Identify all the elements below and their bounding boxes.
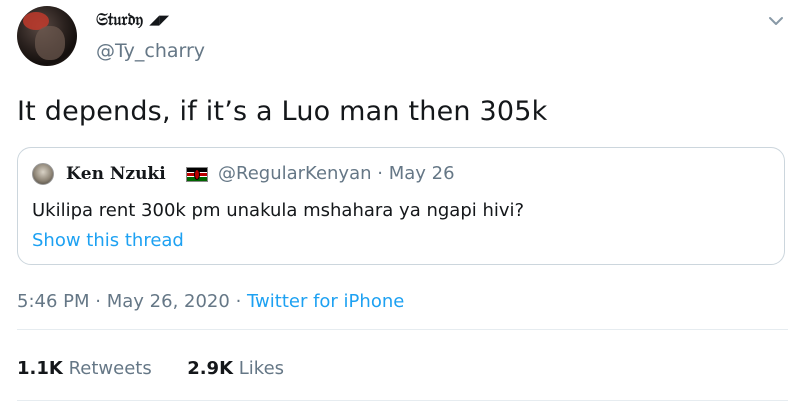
tweet-stats: 1.1K Retweets 2.9K Likes	[17, 358, 284, 379]
quoted-handle: @RegularKenyan	[218, 163, 372, 184]
tweet-date[interactable]: May 26, 2020	[107, 291, 230, 312]
author-display-name[interactable]: 𝔖𝔱𝔲𝔯𝔡𝔶 ◢◤	[96, 10, 169, 30]
quoted-date: May 26	[388, 163, 455, 184]
quoted-display-name: 𝐊𝐞𝐧 𝐍𝐳𝐮𝐤𝐢	[66, 164, 166, 184]
chevron-down-icon[interactable]	[766, 11, 786, 31]
author-avatar[interactable]	[17, 6, 77, 66]
quoted-avatar[interactable]	[32, 163, 54, 185]
retweets-stat[interactable]: 1.1K Retweets	[17, 358, 157, 379]
quoted-separator: ·	[377, 163, 383, 184]
flag-shield	[194, 169, 200, 180]
avatar-face	[35, 26, 65, 60]
author-handle[interactable]: @Ty_charry	[96, 40, 205, 62]
tweet-meta: 5:46 PM · May 26, 2020 · Twitter for iPh…	[17, 291, 404, 312]
author-name-text: 𝔖𝔱𝔲𝔯𝔡𝔶	[96, 10, 144, 30]
quoted-tweet-card[interactable]: 𝐊𝐞𝐧 𝐍𝐳𝐮𝐤𝐢 @RegularKenyan · May 26 Ukilip…	[17, 147, 785, 265]
tweet-time[interactable]: 5:46 PM	[17, 291, 90, 312]
kenya-flag-icon	[186, 167, 208, 182]
tweet-text: It depends, if it’s a Luo man then 305k	[17, 96, 548, 127]
likes-count: 2.9K	[187, 358, 234, 379]
show-thread-link[interactable]: Show this thread	[32, 230, 184, 251]
retweets-count: 1.1K	[17, 358, 63, 379]
meta-separator: ·	[95, 291, 101, 312]
name-symbols-icon: ◢◤	[149, 12, 170, 28]
divider-bottom	[17, 400, 788, 401]
likes-stat[interactable]: 2.9K Likes	[187, 358, 284, 379]
quoted-text: Ukilipa rent 300k pm unakula mshahara ya…	[32, 200, 525, 221]
meta-separator-2: ·	[235, 291, 242, 312]
retweets-label: Retweets	[68, 358, 152, 379]
divider	[17, 329, 788, 330]
likes-label: Likes	[238, 358, 285, 379]
tweet-source-link[interactable]: Twitter for iPhone	[247, 291, 404, 312]
quoted-meta: @RegularKenyan · May 26	[218, 163, 455, 184]
